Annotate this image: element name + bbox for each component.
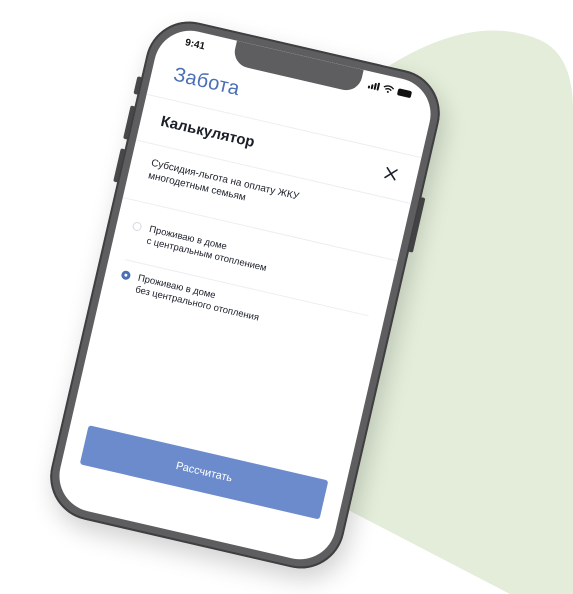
battery-icon [396,87,413,98]
status-time: 9:41 [184,37,206,53]
radio-button-unchecked[interactable] [131,221,143,232]
close-icon[interactable] [381,164,400,183]
stage: 9:41 Забота Калькулятор Субсидия-льгота … [0,0,573,594]
radio-label: Проживаю в доме с центральным отоплением [145,223,268,274]
signal-icon [367,80,381,91]
wifi-icon [383,85,395,93]
radio-button-checked[interactable] [120,269,132,281]
status-icons [367,80,413,98]
dialog-title: Калькулятор [159,112,257,151]
calculate-button[interactable]: Рассчитать [79,425,329,520]
